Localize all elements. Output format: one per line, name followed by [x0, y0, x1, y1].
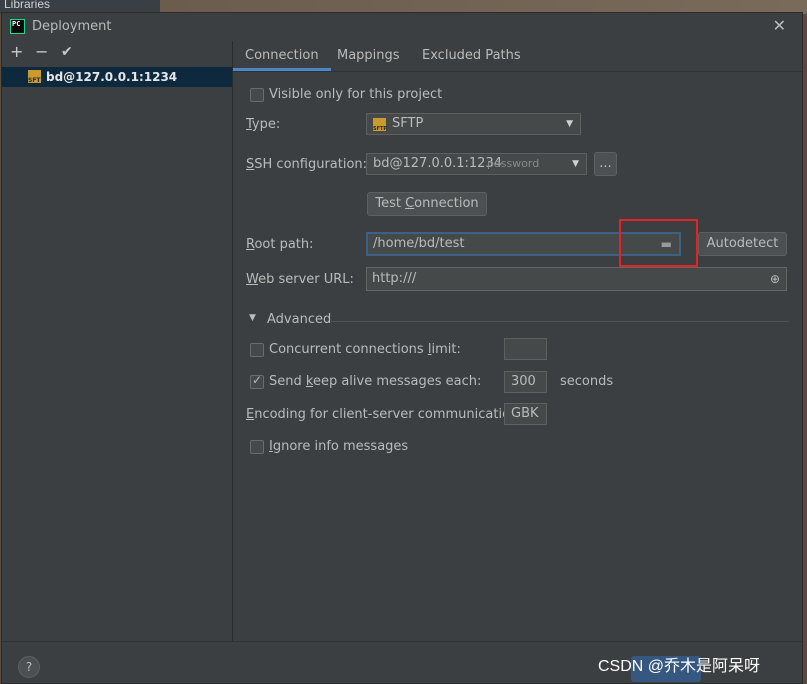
web-server-url-label: Web server URL:: [246, 272, 354, 287]
concurrent-text-rest: imit:: [431, 342, 461, 357]
concurrent-limit-checkbox[interactable]: [250, 343, 264, 357]
root-path-label-text: oot path:: [254, 237, 314, 252]
web-server-url-value: http:///: [372, 271, 417, 286]
test-connection-text: Test: [375, 196, 406, 211]
encoding-label-text: ncoding for client-server communication:: [254, 407, 523, 422]
type-select[interactable]: SFTP SFTP ▼: [366, 113, 581, 135]
tab-bar: Connection Mappings Excluded Paths: [233, 41, 802, 72]
advanced-header[interactable]: Advanced: [267, 312, 331, 327]
concurrent-limit-input[interactable]: [504, 338, 547, 360]
keep-alive-mnemonic: k: [305, 374, 313, 389]
ignore-info-checkbox[interactable]: [250, 440, 264, 454]
test-connection-text-rest: onnection: [414, 196, 479, 211]
concurrent-limit-label: Concurrent connections limit:: [269, 342, 461, 357]
ssh-config-select[interactable]: bd@127.0.0.1:1234 password ▼: [366, 153, 587, 175]
visible-only-label: Visible only for this project: [269, 87, 443, 102]
title-bar: PC Deployment ✕: [2, 13, 802, 41]
visible-only-checkbox[interactable]: [250, 88, 264, 102]
root-path-label: Root path:: [246, 237, 314, 252]
web-server-label-text: eb server URL:: [258, 272, 354, 287]
close-icon[interactable]: ✕: [773, 16, 786, 35]
encoding-input[interactable]: GBK: [504, 403, 547, 425]
add-icon[interactable]: +: [10, 41, 23, 63]
connection-panel: Visible only for this project Type: SFTP…: [233, 72, 802, 640]
pycharm-app-icon: PC: [10, 19, 25, 34]
type-value: SFTP: [392, 116, 424, 131]
ssh-label-text: SH configuration:: [254, 157, 368, 172]
watermark: CSDN @乔木是阿呆呀: [598, 658, 761, 675]
tab-mappings[interactable]: Mappings: [325, 41, 412, 71]
server-item-label: bd@127.0.0.1:1234: [46, 70, 178, 84]
keep-alive-input[interactable]: 300: [504, 371, 547, 393]
globe-icon[interactable]: ⊕: [770, 268, 780, 290]
tab-connection[interactable]: Connection: [233, 41, 331, 71]
tab-excluded-paths[interactable]: Excluded Paths: [410, 41, 533, 71]
keep-alive-unit: seconds: [560, 374, 614, 389]
remove-icon[interactable]: −: [35, 41, 48, 63]
ignore-info-text: gnore info messages: [272, 439, 409, 454]
sftp-icon: SFTP: [373, 118, 387, 132]
ssh-config-hint: password: [487, 157, 540, 170]
root-path-value: /home/bd/test: [373, 236, 465, 251]
ssh-browse-button[interactable]: ...: [594, 152, 617, 176]
help-button[interactable]: ?: [18, 656, 40, 678]
encoding-label: Encoding for client-server communication…: [246, 407, 523, 422]
autodetect-button[interactable]: Autodetect: [698, 232, 787, 256]
type-label: Type:: [246, 117, 280, 132]
highlight-box: [619, 219, 698, 267]
deployment-dialog: PC Deployment ✕ + − ✔ SFTP bd@127.0.0.1:…: [1, 12, 803, 684]
keep-alive-label: Send keep alive messages each:: [269, 374, 481, 389]
keep-alive-text: Send: [269, 374, 306, 389]
ssh-config-label: SSH configuration:: [246, 157, 367, 172]
type-label-text: ype:: [251, 117, 281, 132]
test-connection-button[interactable]: Test Connection: [367, 192, 487, 216]
background-libraries-label: Libraries: [4, 0, 51, 11]
server-list-panel: + − ✔ SFTP bd@127.0.0.1:1234: [2, 41, 233, 641]
web-server-url-input[interactable]: http:/// ⊕: [366, 267, 787, 291]
concurrent-text: Concurrent connections: [269, 342, 428, 357]
sftp-server-icon: SFTP: [28, 70, 45, 84]
check-icon[interactable]: ✔: [61, 41, 73, 63]
web-server-mnemonic: W: [246, 272, 259, 287]
ssh-config-value: bd@127.0.0.1:1234: [373, 156, 502, 171]
keep-alive-text-rest: eep alive messages each:: [312, 374, 482, 389]
encoding-mnemonic: E: [246, 407, 255, 422]
window-title: Deployment: [32, 19, 112, 34]
ignore-info-label: Ignore info messages: [269, 439, 408, 454]
chevron-down-icon: ▼: [566, 119, 573, 129]
chevron-down-icon: ▼: [572, 159, 579, 169]
advanced-divider: [331, 321, 789, 322]
test-connection-mnemonic: C: [405, 196, 415, 211]
collapse-triangle-icon[interactable]: ▼: [249, 313, 256, 323]
keep-alive-checkbox[interactable]: [250, 373, 264, 389]
server-item[interactable]: SFTP bd@127.0.0.1:1234: [2, 67, 232, 87]
